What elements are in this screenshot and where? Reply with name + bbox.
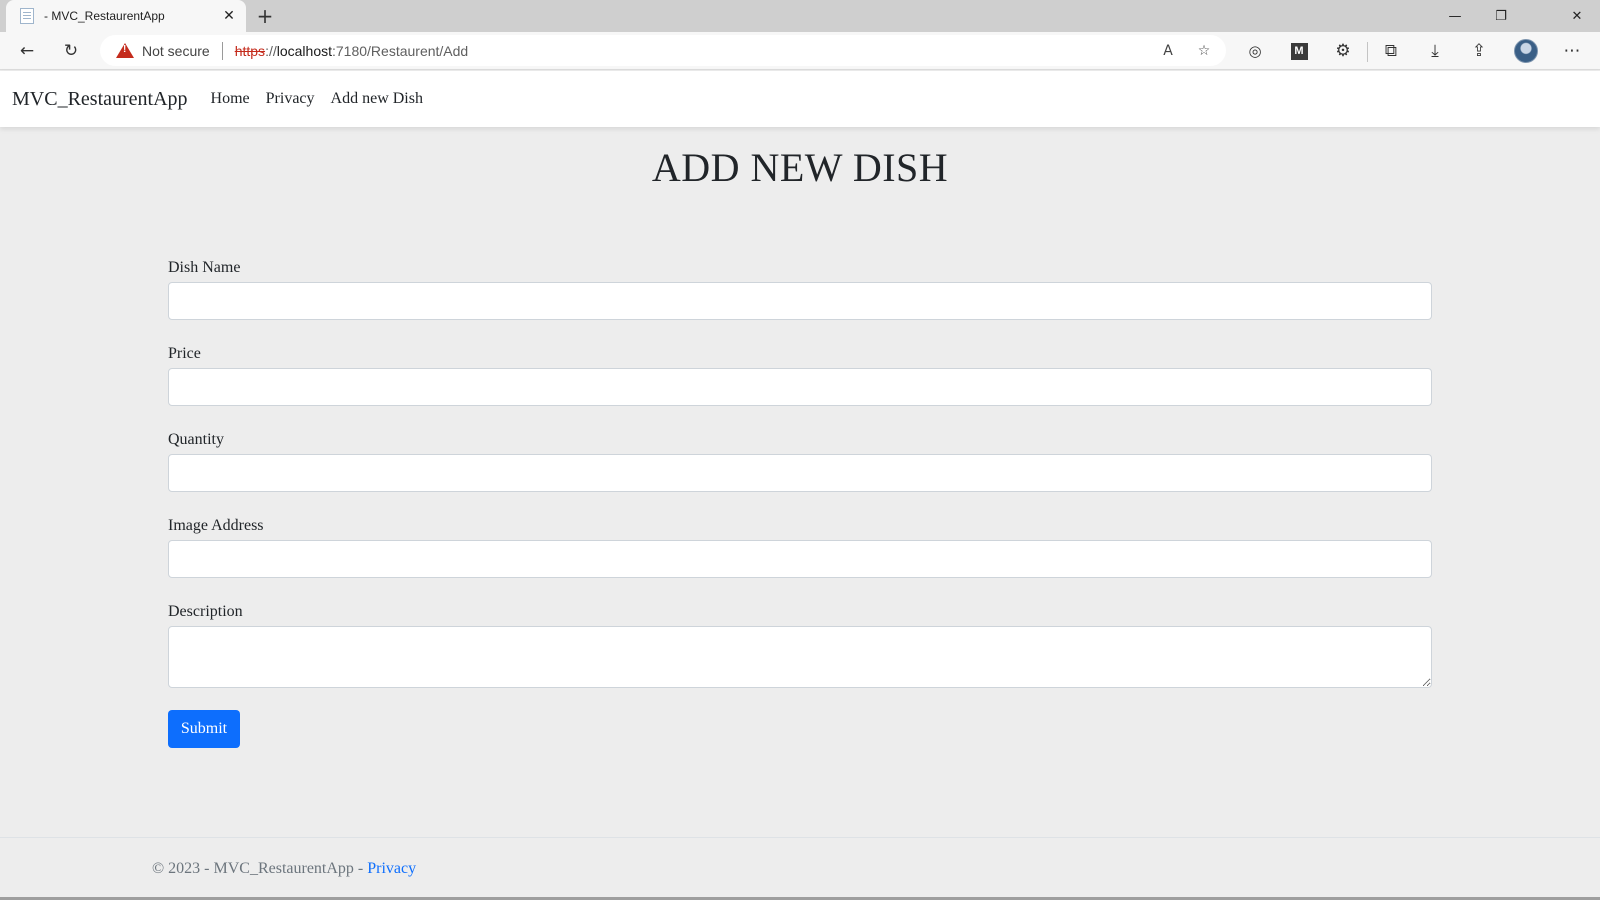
- collections-icon[interactable]: ⧉: [1375, 35, 1407, 67]
- description-label: Description: [168, 603, 243, 620]
- warning-icon: [116, 43, 134, 58]
- browser-tab[interactable]: - MVC_RestaurentApp ✕: [6, 0, 246, 32]
- url-host: localhost: [276, 42, 332, 59]
- more-icon[interactable]: ⋯: [1556, 35, 1588, 67]
- image-address-input[interactable]: [168, 540, 1432, 578]
- page-favicon-icon: [20, 8, 34, 24]
- toolbar-divider: [1367, 42, 1368, 62]
- description-textarea[interactable]: [168, 626, 1432, 688]
- url-path: :7180/Restaurent/Add: [332, 42, 469, 59]
- quantity-group: Quantity: [168, 428, 1432, 492]
- quantity-label: Quantity: [168, 431, 224, 448]
- extensions-icon[interactable]: ⚙: [1327, 35, 1359, 67]
- profile-avatar-icon[interactable]: [1514, 39, 1538, 63]
- price-input[interactable]: [168, 368, 1432, 406]
- new-tab-icon[interactable]: +: [252, 3, 278, 29]
- site-navbar: MVC_RestaurentApp Home Privacy Add new D…: [0, 71, 1600, 127]
- share-icon[interactable]: ⇪: [1463, 35, 1495, 67]
- tab-title: - MVC_RestaurentApp: [44, 9, 165, 23]
- add-dish-form: Dish Name Price Quantity Image Address D…: [168, 256, 1432, 688]
- nav-privacy[interactable]: Privacy: [266, 90, 315, 108]
- address-divider: [221, 41, 223, 60]
- restore-icon[interactable]: ❐: [1478, 0, 1524, 32]
- address-bar[interactable]: Not secure https://localhost:7180/Restau…: [100, 35, 1226, 66]
- price-label: Price: [168, 345, 201, 362]
- minimize-icon[interactable]: —: [1432, 0, 1478, 32]
- page-title: ADD NEW DISH: [651, 145, 949, 190]
- dish-name-group: Dish Name: [168, 256, 1432, 320]
- back-arrow-icon[interactable]: ←: [11, 35, 43, 67]
- nav-home[interactable]: Home: [211, 90, 250, 108]
- extension-m-icon[interactable]: M: [1283, 35, 1315, 67]
- submit-button[interactable]: Submit: [168, 710, 240, 748]
- favorite-add-icon[interactable]: ☆: [1192, 39, 1216, 63]
- nav-add-new-dish[interactable]: Add new Dish: [331, 90, 423, 108]
- download-icon[interactable]: ⤓: [1419, 35, 1451, 67]
- refresh-icon[interactable]: ↻: [55, 35, 87, 67]
- footer-text: © 2023 - MVC_RestaurentApp - Privacy: [152, 860, 416, 878]
- window-close-icon[interactable]: ✕: [1554, 0, 1600, 32]
- dish-name-input[interactable]: [168, 282, 1432, 320]
- image-address-label: Image Address: [168, 517, 264, 534]
- quantity-input[interactable]: [168, 454, 1432, 492]
- browser-essentials-icon[interactable]: ◎: [1239, 35, 1271, 67]
- browser-toolbar: ← ↻ Not secure https://localhost:7180/Re…: [0, 32, 1600, 70]
- dish-name-label: Dish Name: [168, 259, 241, 276]
- url-scheme: https: [234, 42, 266, 59]
- footer-copyright: © 2023 - MVC_RestaurentApp -: [152, 860, 368, 877]
- read-aloud-icon[interactable]: A: [1156, 39, 1180, 63]
- site-footer: © 2023 - MVC_RestaurentApp - Privacy: [0, 837, 1600, 900]
- security-status[interactable]: Not secure: [142, 43, 210, 59]
- url-text[interactable]: https://localhost:7180/Restaurent/Add: [235, 43, 469, 59]
- image-address-group: Image Address: [168, 514, 1432, 578]
- footer-privacy-link[interactable]: Privacy: [367, 860, 416, 877]
- url-scheme-separator: ://: [265, 42, 277, 59]
- price-group: Price: [168, 342, 1432, 406]
- description-group: Description: [168, 600, 1432, 688]
- tab-strip: - MVC_RestaurentApp ✕ + — ❐ ✕: [0, 0, 1600, 32]
- brand-link[interactable]: MVC_RestaurentApp: [12, 88, 188, 111]
- tab-close-icon[interactable]: ✕: [218, 5, 240, 27]
